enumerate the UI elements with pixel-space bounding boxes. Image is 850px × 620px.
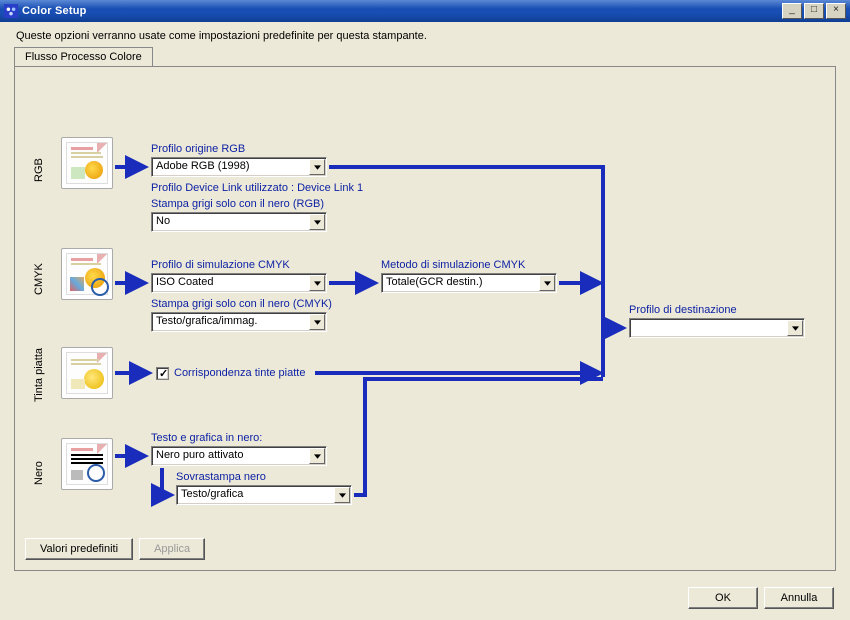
maximize-button[interactable]: □ (804, 3, 824, 19)
select-cmyk-gray[interactable]: Testo/grafica/immag. (151, 312, 327, 332)
section-label-black: Nero (33, 461, 45, 485)
defaults-button[interactable]: Valori predefiniti (25, 538, 133, 560)
select-value: Testo/grafica/immag. (156, 315, 257, 327)
select-black-over[interactable]: Testo/grafica (176, 485, 352, 505)
chevron-down-icon (309, 314, 325, 330)
select-value: Adobe RGB (1998) (156, 160, 250, 172)
dialog-button-row: OK Annulla (0, 579, 850, 619)
chevron-down-icon (787, 320, 803, 336)
window-title: Color Setup (22, 5, 782, 17)
black-icon (61, 438, 113, 490)
label-cmyk-sim: Profilo di simulazione CMYK (151, 259, 290, 271)
rgb-icon (61, 137, 113, 189)
select-value: Nero puro attivato (156, 449, 243, 461)
select-dest[interactable] (629, 318, 805, 338)
section-label-spot: Tinta piatta (33, 348, 45, 402)
label-dest: Profilo di destinazione (629, 304, 737, 316)
select-black-text[interactable]: Nero puro attivato (151, 446, 327, 466)
select-cmyk-method[interactable]: Totale(GCR destin.) (381, 273, 557, 293)
cancel-button[interactable]: Annulla (764, 587, 834, 609)
tab-color-process-flow[interactable]: Flusso Processo Colore (14, 47, 153, 67)
section-label-rgb: RGB (33, 158, 45, 182)
title-bar: Color Setup _ □ × (0, 0, 850, 22)
label-spot-match: Corrispondenza tinte piatte (174, 367, 305, 379)
subheader-text: Queste opzioni verranno usate come impos… (0, 22, 850, 46)
label-cmyk-gray: Stampa grigi solo con il nero (CMYK) (151, 298, 332, 310)
spot-icon (61, 347, 113, 399)
chevron-down-icon (309, 275, 325, 291)
label-rgb-source: Profilo origine RGB (151, 143, 245, 155)
check-icon: ✓ (159, 367, 168, 380)
label-cmyk-method: Metodo di simulazione CMYK (381, 259, 525, 271)
apply-button[interactable]: Applica (139, 538, 205, 560)
minimize-button[interactable]: _ (782, 3, 802, 19)
label-rgb-gray: Stampa grigi solo con il nero (RGB) (151, 198, 324, 210)
close-button[interactable]: × (826, 3, 846, 19)
section-label-cmyk: CMYK (33, 263, 45, 295)
select-value: No (156, 215, 170, 227)
label-black-over: Sovrastampa nero (176, 471, 266, 483)
chevron-down-icon (309, 214, 325, 230)
chevron-down-icon (309, 159, 325, 175)
select-value: Testo/grafica (181, 488, 243, 500)
tab-strip: Flusso Processo Colore (0, 46, 850, 66)
select-cmyk-sim[interactable]: ISO Coated (151, 273, 327, 293)
select-rgb-source[interactable]: Adobe RGB (1998) (151, 157, 327, 177)
app-icon (4, 4, 18, 18)
label-rgb-devicelink: Profilo Device Link utilizzato : Device … (151, 182, 363, 194)
select-value: ISO Coated (156, 276, 213, 288)
select-value: Totale(GCR destin.) (386, 276, 483, 288)
chevron-down-icon (539, 275, 555, 291)
ok-button[interactable]: OK (688, 587, 758, 609)
tab-panel: RGB CMYK Tinta piatta Nero (14, 66, 836, 571)
checkbox-spot-match[interactable]: ✓ (156, 367, 169, 380)
label-black-text: Testo e grafica in nero: (151, 432, 262, 444)
tab-label: Flusso Processo Colore (25, 51, 142, 63)
chevron-down-icon (309, 448, 325, 464)
select-rgb-gray[interactable]: No (151, 212, 327, 232)
cmyk-icon (61, 248, 113, 300)
chevron-down-icon (334, 487, 350, 503)
